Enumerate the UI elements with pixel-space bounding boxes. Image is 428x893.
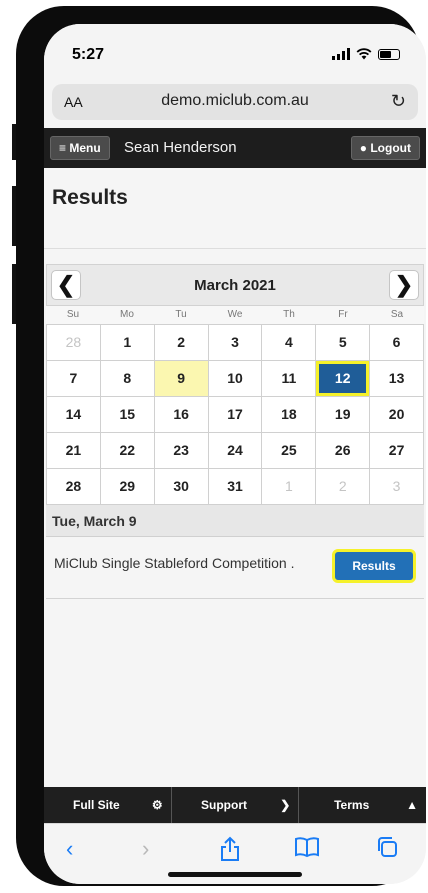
calendar-day[interactable]: 16 xyxy=(154,397,209,433)
terms-link[interactable]: Terms ▲ xyxy=(299,787,426,823)
calendar-day[interactable]: 21 xyxy=(47,433,101,469)
page-title: Results xyxy=(52,186,128,209)
calendar-day[interactable]: 30 xyxy=(154,469,209,505)
calendar-day[interactable]: 24 xyxy=(208,433,263,469)
tabs-icon[interactable] xyxy=(376,836,398,858)
status-icons xyxy=(332,48,400,60)
calendar-day[interactable]: 1 xyxy=(100,325,155,361)
terms-label: Terms xyxy=(334,798,370,812)
calendar-day[interactable]: 4 xyxy=(262,325,317,361)
battery-icon xyxy=(378,48,400,60)
address-bar[interactable]: AA demo.miclub.com.au ↻ xyxy=(52,84,418,120)
gear-icon: ⚙ xyxy=(151,798,163,812)
status-time: 5:27 xyxy=(72,46,105,63)
calendar-day[interactable]: 27 xyxy=(370,433,424,469)
calendar-day[interactable]: 7 xyxy=(47,361,101,397)
status-bar: 5:27 xyxy=(44,24,426,72)
calendar-day[interactable]: 2 xyxy=(154,325,209,361)
weekday-label: Tu xyxy=(175,309,187,320)
calendar-day[interactable]: 29 xyxy=(100,469,155,505)
calendar-month-label: March 2021 xyxy=(194,277,276,294)
calendar-day[interactable]: 15 xyxy=(100,397,155,433)
weekday-label: Fr xyxy=(338,309,348,320)
phone-frame: 5:27 AA demo.miclub.com.au ↻ ≡ Menu Sean… xyxy=(16,6,426,886)
weekday-label: Su xyxy=(66,309,80,320)
calendar-day-outside-month: 1 xyxy=(262,469,317,505)
calendar-day[interactable]: 17 xyxy=(208,397,263,433)
full-site-label: Full Site xyxy=(73,798,120,812)
reload-icon[interactable]: ↻ xyxy=(391,91,406,112)
selected-date-heading: Tue, March 9 xyxy=(46,505,424,537)
bookmarks-icon[interactable] xyxy=(294,836,320,858)
weekday-label: Th xyxy=(283,309,295,320)
calendar-day[interactable]: 9 xyxy=(154,361,209,397)
chevron-right-icon: ❯ xyxy=(394,272,414,297)
results-button[interactable]: Results xyxy=(332,549,416,583)
page-content: Results ❮ March 2021 ❯ Su Mo Tu We Th Fr Sa 28… xyxy=(44,168,426,788)
signal-icon xyxy=(332,48,350,60)
calendar-day[interactable]: 31 xyxy=(208,469,263,505)
calendar-day[interactable]: 26 xyxy=(316,433,371,469)
support-label: Support xyxy=(201,798,247,812)
menu-button[interactable]: ≡ Menu xyxy=(50,136,110,160)
calendar-day[interactable]: 12 xyxy=(316,361,371,397)
next-month-button[interactable]: ❯ xyxy=(389,270,419,300)
top-nav: ≡ Menu Sean Henderson ● Logout xyxy=(44,128,426,168)
weekday-header: Su Mo Tu We Th Fr Sa xyxy=(46,306,424,324)
calendar: ❮ March 2021 ❯ Su Mo Tu We Th Fr Sa 28 1 2 3 4 5 6 7 8… xyxy=(46,264,424,599)
calendar-day[interactable]: 13 xyxy=(370,361,424,397)
weekday-label: Sa xyxy=(390,309,404,320)
calendar-day[interactable]: 10 xyxy=(208,361,263,397)
user-name: Sean Henderson xyxy=(124,139,237,156)
weekday-label: Mo xyxy=(120,309,134,320)
calendar-day[interactable]: 3 xyxy=(208,325,263,361)
calendar-day[interactable]: 18 xyxy=(262,397,317,433)
divider xyxy=(44,248,426,249)
calendar-day[interactable]: 25 xyxy=(262,433,317,469)
event-name: MiClub Single Stableford Competition . xyxy=(54,555,295,571)
calendar-day-outside-month: 3 xyxy=(370,469,424,505)
event-row: MiClub Single Stableford Competition . R… xyxy=(46,537,424,599)
calendar-header: ❮ March 2021 ❯ xyxy=(46,264,424,306)
support-link[interactable]: Support ❯ xyxy=(172,787,300,823)
calendar-day[interactable]: 20 xyxy=(370,397,424,433)
forward-icon[interactable]: › xyxy=(142,836,149,862)
calendar-day[interactable]: 19 xyxy=(316,397,371,433)
share-icon[interactable] xyxy=(220,836,240,862)
calendar-grid: 28 1 2 3 4 5 6 7 8 9 10 11 12 13 14 15 16 17 18 19 20 21 22 23 2… xyxy=(46,324,424,505)
calendar-day[interactable]: 8 xyxy=(100,361,155,397)
logout-icon: ● xyxy=(359,141,367,155)
calendar-day[interactable]: 11 xyxy=(262,361,317,397)
wifi-icon xyxy=(356,48,372,60)
home-indicator xyxy=(168,872,302,877)
calendar-day[interactable]: 6 xyxy=(370,325,424,361)
calendar-day[interactable]: 14 xyxy=(47,397,101,433)
calendar-day-outside-month: 28 xyxy=(47,325,101,361)
calendar-day[interactable]: 5 xyxy=(316,325,371,361)
calendar-day[interactable]: 28 xyxy=(47,469,101,505)
site-footer: Full Site ⚙ Support ❯ Terms ▲ xyxy=(44,787,426,823)
warning-icon: ▲ xyxy=(406,798,419,812)
url-text[interactable]: demo.miclub.com.au xyxy=(52,92,418,110)
logout-label: Logout xyxy=(370,141,411,155)
logout-button[interactable]: ● Logout xyxy=(350,136,420,160)
full-site-link[interactable]: Full Site ⚙ xyxy=(44,787,172,823)
calendar-day[interactable]: 23 xyxy=(154,433,209,469)
chevron-right-icon: ❯ xyxy=(280,798,291,812)
back-icon[interactable]: ‹ xyxy=(66,836,73,862)
calendar-day[interactable]: 22 xyxy=(100,433,155,469)
screen: 5:27 AA demo.miclub.com.au ↻ ≡ Menu Sean… xyxy=(44,24,426,884)
calendar-day-outside-month: 2 xyxy=(316,469,371,505)
weekday-label: We xyxy=(227,309,243,320)
